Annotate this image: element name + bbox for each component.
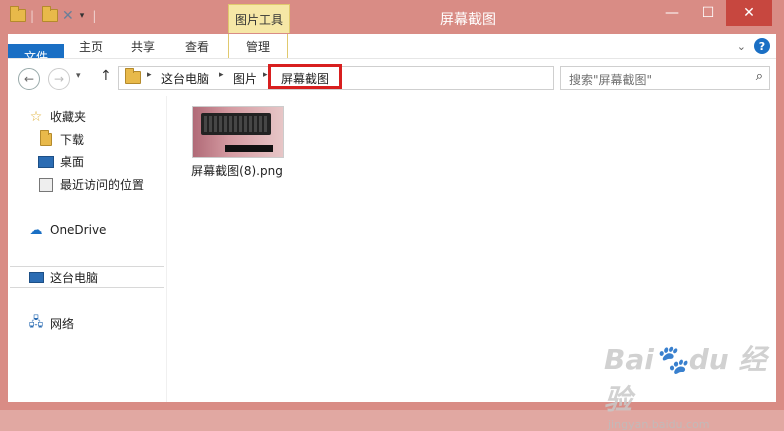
sidebar-item-favorites[interactable]: ☆ 收藏夹 (28, 108, 86, 125)
up-arrow-icon[interactable]: ↑ (100, 68, 112, 84)
sidebar-item-desktop[interactable]: 桌面 (38, 153, 84, 170)
redaction-bar (225, 145, 273, 152)
title-bar: | ✕ ▾ | 图片工具 屏幕截图 — ☐ ✕ (0, 0, 784, 34)
file-item[interactable]: 屏幕截图(8).png (189, 106, 285, 179)
tab-manage[interactable]: 管理 (228, 34, 288, 58)
expand-ribbon-icon[interactable]: ⌄ (737, 40, 746, 53)
cloud-icon: ☁ (29, 222, 43, 238)
back-arrow-icon: ← (23, 72, 35, 86)
forward-arrow-icon: → (53, 72, 65, 86)
download-folder-icon (38, 130, 54, 147)
close-button[interactable]: ✕ (726, 0, 772, 26)
pane-divider[interactable] (166, 96, 167, 402)
file-name: 屏幕截图(8).png (191, 164, 283, 178)
help-icon[interactable]: ? (754, 38, 770, 54)
window-title: 屏幕截图 (440, 12, 496, 28)
quick-access-toolbar: | ✕ ▾ | (10, 6, 96, 26)
minimize-button[interactable]: — (654, 0, 690, 26)
breadcrumb-separator-icon[interactable]: ▸ (219, 70, 224, 80)
sidebar-item-downloads[interactable]: 下载 (38, 130, 85, 148)
minimize-icon: — (665, 5, 679, 21)
maximize-icon: ☐ (701, 5, 715, 21)
tab-home[interactable]: 主页 (70, 34, 112, 58)
picture-tools-tab: 图片工具 (228, 4, 290, 33)
properties-icon[interactable] (42, 6, 59, 23)
back-button[interactable]: ← (18, 68, 40, 90)
customize-quick-access-icon[interactable]: ▾ (80, 11, 85, 21)
forward-button[interactable]: → (48, 68, 70, 90)
maximize-button[interactable]: ☐ (690, 0, 726, 26)
computer-icon (28, 270, 44, 284)
folder-icon (125, 68, 141, 87)
highlight-box (268, 64, 342, 89)
folder-icon (10, 6, 26, 23)
recent-locations-icon[interactable]: ▾ (76, 71, 81, 81)
ribbon-tabs: 文件 主页 共享 查看 管理 ⌄ ? (8, 34, 776, 68)
close-icon: ✕ (743, 5, 755, 21)
search-icon[interactable]: ⌕ (756, 69, 763, 84)
sidebar-item-label: 下载 (60, 133, 85, 147)
keyboard-image (201, 113, 271, 135)
recent-places-icon (38, 177, 54, 192)
tab-share[interactable]: 共享 (122, 34, 164, 58)
breadcrumb-this-pc[interactable]: 这台电脑 (161, 70, 209, 87)
file-thumbnail (192, 106, 284, 158)
sidebar-item-label: 这台电脑 (50, 270, 99, 285)
address-bar[interactable]: ▸ 这台电脑 ▸ 图片 ▸ 屏幕截图 ⌄ ↻ (118, 64, 652, 90)
ribbon-controls: ⌄ ? (737, 38, 770, 54)
sidebar-item-label: 最近访问的位置 (60, 178, 145, 192)
sidebar-item-label: 网络 (50, 317, 75, 331)
explorer-window: | ✕ ▾ | 图片工具 屏幕截图 — ☐ ✕ 文件 主页 共享 查看 管理 ⌄… (0, 0, 784, 431)
tab-view[interactable]: 查看 (176, 34, 218, 58)
baidu-jingyan-watermark: Bai🐾du 经验 jingyan.baidu.com (604, 343, 767, 431)
breadcrumb-separator-icon[interactable]: ▸ (263, 70, 268, 80)
search-box[interactable]: 搜索"屏幕截图" ⌕ (560, 66, 770, 90)
star-icon: ☆ (29, 108, 43, 125)
breadcrumb-pictures[interactable]: 图片 (233, 70, 257, 87)
navigation-bar: ← → ▾ ↑ ▸ 这台电脑 ▸ 图片 ▸ 屏幕截图 ⌄ ↻ 搜索"屏幕截图" … (8, 58, 776, 97)
desktop-icon (38, 155, 54, 169)
sidebar-item-onedrive[interactable]: ☁ OneDrive (28, 222, 107, 238)
navigation-pane: ☆ 收藏夹 下载 桌面 最近访问的位置 ☁ OneDrive 这台电脑 🖧 网络 (8, 96, 166, 402)
network-icon: 🖧 (28, 314, 44, 330)
sidebar-item-this-pc[interactable]: 这台电脑 (10, 266, 164, 288)
delete-icon[interactable]: ✕ (62, 8, 74, 24)
sidebar-item-network[interactable]: 🖧 网络 (28, 315, 74, 332)
sidebar-item-recent-places[interactable]: 最近访问的位置 (38, 176, 144, 193)
sidebar-item-label: 桌面 (60, 155, 85, 169)
sidebar-item-label: 收藏夹 (50, 110, 87, 124)
sidebar-item-label: OneDrive (50, 223, 107, 237)
search-input[interactable]: 搜索"屏幕截图" (569, 71, 652, 88)
breadcrumb-separator-icon[interactable]: ▸ (147, 70, 152, 80)
